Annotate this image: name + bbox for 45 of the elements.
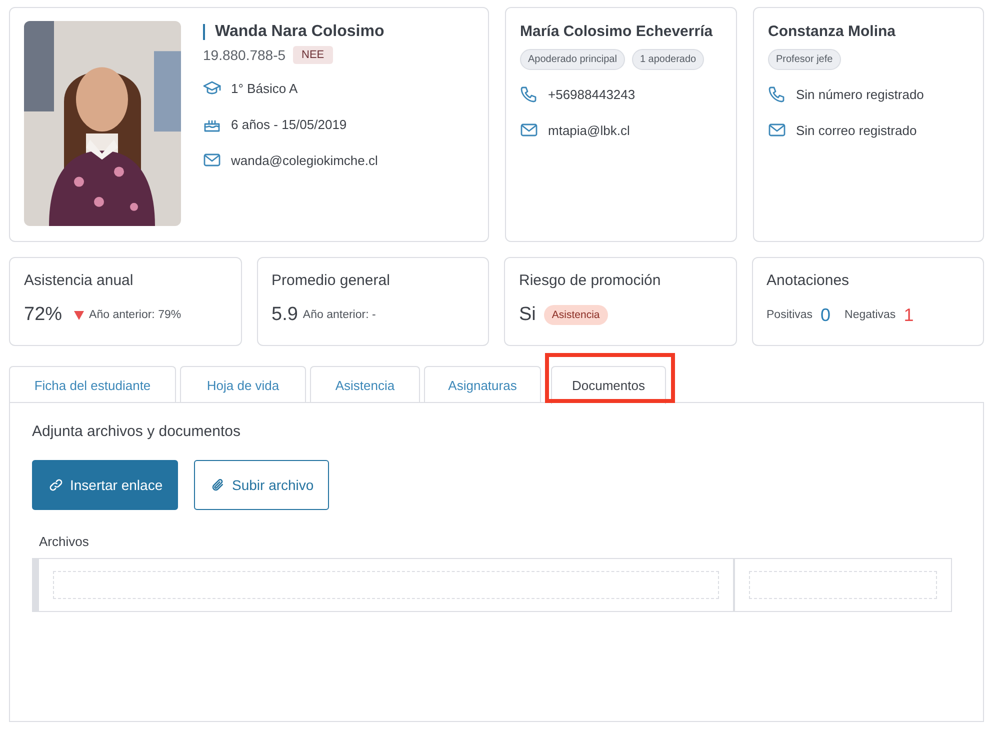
risk-tag: Asistencia	[544, 305, 608, 325]
tag: 1 apoderado	[632, 49, 704, 70]
badge: NEE	[292, 46, 334, 64]
student-name: Wanda Nara Colosimo	[215, 23, 384, 41]
stat-value: 72%	[24, 304, 62, 326]
tab[interactable]: Asistencia	[310, 366, 420, 403]
detail-text: +56988443243	[548, 86, 636, 102]
phone-icon	[768, 85, 786, 103]
stat-title: Riesgo de promoción	[519, 272, 662, 289]
detail-text: 1° Básico A	[231, 80, 298, 96]
stat-label: Positivas	[766, 309, 813, 321]
envelope-icon	[520, 121, 538, 139]
stat-label: Negativas	[844, 309, 896, 321]
tag: Profesor jefe	[768, 49, 841, 70]
negative-count: 1	[904, 304, 914, 326]
phone-icon	[520, 85, 538, 103]
detail-text: mtapia@lbk.cl	[548, 122, 630, 138]
contact-name: Constanza Molina	[768, 22, 897, 42]
envelope-icon	[768, 121, 786, 139]
tab[interactable]: Asignaturas	[424, 366, 541, 403]
link-icon	[49, 478, 63, 492]
stat-title: Anotaciones	[766, 272, 850, 289]
stat-title: Asistencia anual	[24, 272, 134, 289]
tab[interactable]: Ficha del estudiante	[9, 366, 176, 403]
paperclip-icon	[211, 478, 225, 492]
tab[interactable]: Hoja de vida	[180, 366, 306, 403]
detail-text: Sin número registrado	[796, 86, 924, 102]
tag: Apoderado principal	[520, 49, 625, 70]
stat-value: 5.9	[272, 304, 298, 326]
section-heading: Adjunta archivos y documentos	[32, 423, 242, 440]
stat-value: Si	[519, 304, 536, 326]
detail-text: wanda@colegiokimche.cl	[231, 152, 378, 168]
detail-text: Sin correo registrado	[796, 122, 917, 138]
stat-note: Año anterior: 79%	[89, 309, 182, 321]
files-label: Archivos	[39, 534, 90, 549]
envelope-icon	[203, 151, 221, 169]
detail-text: 6 años - 15/05/2019	[231, 116, 347, 132]
insert-link-button[interactable]: Insertar enlace	[32, 460, 178, 510]
stat-title: Promedio general	[272, 272, 391, 289]
student-id: 19.880.788-5	[203, 47, 286, 63]
contact-name: María Colosimo Echeverría	[520, 22, 714, 42]
stat-note: Año anterior: -	[302, 309, 376, 321]
graduation-cap-icon	[203, 79, 221, 97]
upload-file-button[interactable]: Subir archivo	[194, 460, 329, 510]
positive-count: 0	[820, 304, 831, 326]
